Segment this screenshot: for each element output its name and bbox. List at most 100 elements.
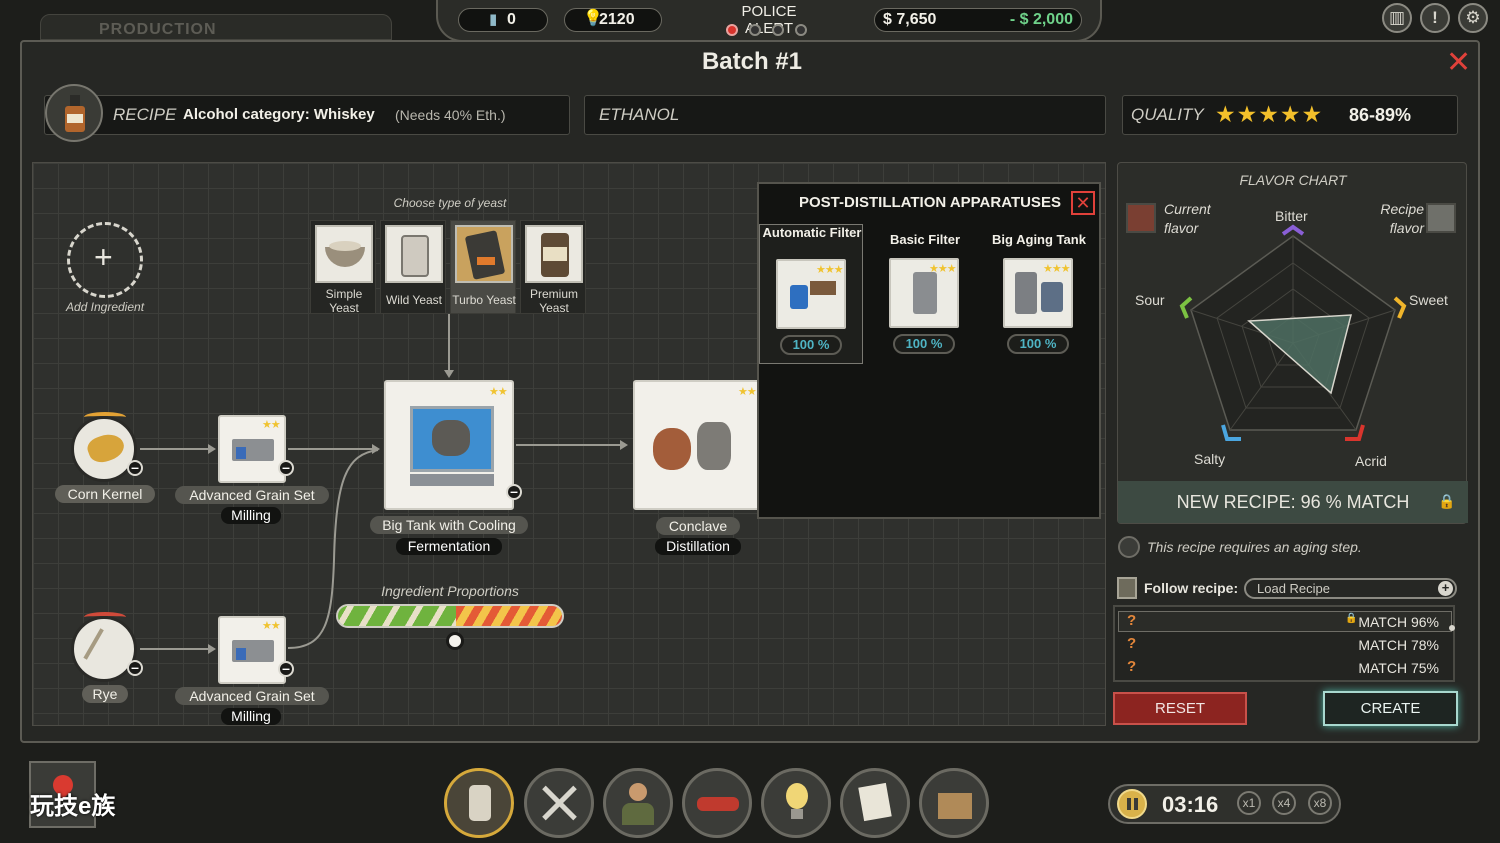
- research-nav-button[interactable]: [761, 768, 831, 838]
- yeast-option-premium[interactable]: Premium Yeast: [520, 220, 586, 315]
- arrow-right-icon: [620, 440, 628, 450]
- stage-label: Milling: [221, 708, 281, 725]
- load-recipe-text: Load Recipe: [1257, 581, 1330, 596]
- plus-icon[interactable]: +: [1438, 581, 1453, 596]
- popup-title: POST-DISTILLATION APPARATUSES: [799, 194, 1061, 211]
- lightbulb-icon: [786, 783, 808, 809]
- question-icon: ?: [1127, 612, 1137, 629]
- bottles-counter: ▮ 0: [458, 8, 548, 32]
- yeast-option-simple[interactable]: Simple Yeast: [310, 220, 376, 315]
- production-nav-button[interactable]: [444, 768, 514, 838]
- current-flavor-color: [1128, 205, 1154, 231]
- alert-level-dot: [795, 24, 807, 36]
- gear-icon[interactable]: ⚙: [1458, 3, 1488, 33]
- vehicles-nav-button[interactable]: [682, 768, 752, 838]
- bottles-value: 0: [507, 11, 516, 28]
- aging-note: This recipe requires an aging step.: [1147, 539, 1362, 555]
- storage-nav-button[interactable]: [919, 768, 989, 838]
- recipe-match-banner: NEW RECIPE: 96 % MATCH 🔒: [1118, 481, 1468, 523]
- apparatus-big-aging-tank[interactable]: Big Aging Tank ★★★ 100 %: [987, 224, 1091, 364]
- corn-icon: [84, 429, 128, 467]
- load-recipe-dropdown[interactable]: Load Recipe +: [1244, 578, 1457, 599]
- remove-icon[interactable]: –: [506, 484, 522, 500]
- close-icon[interactable]: ✕: [1071, 191, 1095, 215]
- ethanol-header: ETHANOL: [584, 95, 1106, 135]
- tier-stars: ★★: [489, 386, 508, 398]
- proportions-slider[interactable]: [336, 604, 564, 628]
- tools-nav-button[interactable]: [524, 768, 594, 838]
- distillation-still-node[interactable]: [633, 380, 763, 510]
- choose-yeast-label: Choose type of yeast: [393, 196, 507, 210]
- alert-icon[interactable]: !: [1420, 3, 1450, 33]
- arrow-down-icon: [444, 370, 454, 378]
- flow-line: [140, 448, 210, 450]
- newspaper-nav-button[interactable]: [840, 768, 910, 838]
- production-tab[interactable]: PRODUCTION: [40, 14, 392, 40]
- remove-icon[interactable]: –: [127, 660, 143, 676]
- ideas-value: 2120: [599, 11, 635, 28]
- speed-x1-button[interactable]: x1: [1237, 791, 1261, 815]
- efficiency-value: 100 %: [780, 335, 842, 355]
- pause-icon: [1127, 798, 1131, 810]
- add-ingredient-button[interactable]: +: [67, 222, 143, 298]
- apparatus-name: Big Aging Tank: [992, 232, 1086, 247]
- close-icon[interactable]: ✕: [1446, 45, 1471, 80]
- apparatus-name: Automatic Filter: [762, 225, 862, 240]
- create-button[interactable]: CREATE: [1323, 691, 1458, 726]
- reset-button[interactable]: RESET: [1113, 692, 1247, 725]
- stats-icon[interactable]: ▥: [1382, 3, 1412, 33]
- top-status-bar: ▮ 0 💡 2120 POLICE ALERT $ 7,650 - $ 2,00…: [436, 0, 1102, 42]
- jug-icon: [469, 785, 491, 821]
- speed-x4-button[interactable]: x4: [1272, 791, 1296, 815]
- tier-stars: ★★: [262, 419, 281, 431]
- axis-bitter: Bitter: [1275, 208, 1308, 224]
- flavor-chart-panel: FLAVOR CHART Current flavor Recipe flavo…: [1117, 162, 1468, 524]
- ingredient-label: Rye: [82, 685, 128, 703]
- stage-label: Fermentation: [396, 538, 502, 555]
- question-icon: ?: [1127, 635, 1137, 652]
- axis-acrid: Acrid: [1355, 453, 1387, 469]
- scrollbar-thumb[interactable]: [1449, 625, 1455, 631]
- ingredient-rye[interactable]: [71, 616, 137, 682]
- match-row[interactable]: ? MATCH 75%: [1118, 658, 1452, 679]
- yeast-name: Premium Yeast: [529, 287, 578, 315]
- proportions-handle[interactable]: [446, 632, 464, 650]
- match-value: MATCH 75%: [1358, 660, 1439, 676]
- ethanol-requirement: (Needs 40% Eth.): [395, 107, 506, 123]
- ingredient-label: Corn Kernel: [55, 485, 155, 503]
- axis-sour: Sour: [1135, 292, 1165, 308]
- proportions-label: Ingredient Proportions: [381, 583, 519, 599]
- recipe-flavor-swatch: [1426, 203, 1456, 233]
- pause-button[interactable]: [1117, 789, 1147, 819]
- yeast-bowl-icon: [315, 225, 373, 283]
- match-row[interactable]: ? 🔒 MATCH 96%: [1118, 611, 1452, 632]
- remove-icon[interactable]: –: [278, 661, 294, 677]
- arrow-right-icon: [208, 644, 216, 654]
- ingredient-corn-kernel[interactable]: [71, 416, 137, 482]
- money-value: $ 7,650: [883, 11, 937, 28]
- match-value: MATCH 96%: [1358, 614, 1439, 630]
- flavor-chart-title: FLAVOR CHART: [1239, 172, 1347, 188]
- stage-label: Distillation: [655, 538, 741, 555]
- add-ingredient-label: Add Ingredient: [65, 300, 145, 314]
- expense-value: - $ 2,000: [1009, 11, 1073, 28]
- alert-level-dot: [749, 24, 761, 36]
- quality-header: QUALITY ★★★★★ 86-89%: [1122, 95, 1458, 135]
- apparatus-name: Basic Filter: [889, 232, 961, 247]
- lock-icon[interactable]: 🔒: [1438, 493, 1455, 510]
- speed-x8-button[interactable]: x8: [1308, 791, 1332, 815]
- apparatus-automatic-filter[interactable]: Automatic Filter ★★★ 100 %: [759, 224, 863, 364]
- tier-stars: ★★: [738, 386, 757, 398]
- aging-checkbox[interactable]: [1118, 536, 1140, 558]
- staff-nav-button[interactable]: [603, 768, 673, 838]
- remove-icon[interactable]: –: [127, 460, 143, 476]
- equipment-label: Advanced Grain Set: [175, 687, 329, 705]
- box-icon: [938, 793, 972, 819]
- yeast-option-wild[interactable]: Wild Yeast: [380, 220, 446, 314]
- apparatus-basic-filter[interactable]: Basic Filter ★★★ 100 %: [873, 224, 977, 364]
- match-row[interactable]: ? MATCH 78%: [1118, 635, 1452, 656]
- yeast-option-turbo[interactable]: Turbo Yeast: [450, 220, 516, 314]
- recipe-match-text: NEW RECIPE: 96 % MATCH: [1176, 492, 1410, 512]
- fermentation-tank-node[interactable]: [384, 380, 514, 510]
- follow-recipe-label: Follow recipe:: [1144, 580, 1239, 596]
